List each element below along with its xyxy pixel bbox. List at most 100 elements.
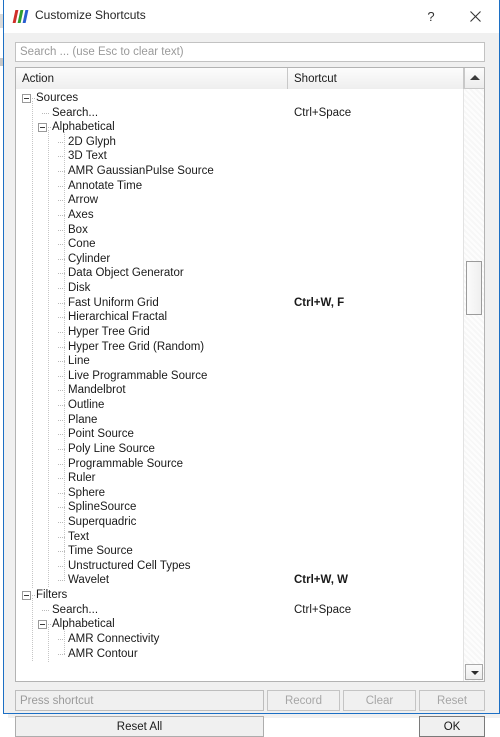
expander-collapse-icon[interactable] xyxy=(22,591,31,601)
tree-row-label: Cylinder xyxy=(68,252,111,265)
expander-collapse-icon[interactable] xyxy=(38,620,47,630)
tree-row[interactable]: Mandelbrot xyxy=(16,383,463,398)
tree-guide-line xyxy=(64,131,65,581)
tree-row[interactable]: Time Source xyxy=(16,544,463,559)
tree-row[interactable]: Search... Ctrl+Space xyxy=(16,106,463,121)
clear-button[interactable]: Clear xyxy=(343,690,416,711)
tree-row[interactable]: Live Programmable Source xyxy=(16,369,463,384)
tree-row[interactable]: Fast Uniform Grid Ctrl+W, F xyxy=(16,296,463,311)
chevron-down-icon xyxy=(471,671,479,675)
table-header: Action Shortcut xyxy=(16,68,484,90)
expander-collapse-icon[interactable] xyxy=(38,123,47,133)
tree-row[interactable]: Unstructured Cell Types xyxy=(16,559,463,574)
help-button[interactable]: ? xyxy=(409,0,453,33)
tree-row[interactable]: Hierarchical Fractal xyxy=(16,310,463,325)
tree-row-label: AMR GaussianPulse Source xyxy=(68,165,214,178)
tree-row-shortcut: Ctrl+Space xyxy=(294,106,352,119)
column-header-action-label: Action xyxy=(22,72,54,85)
tree-row[interactable]: Line xyxy=(16,354,463,369)
tree-row[interactable]: Outline xyxy=(16,398,463,413)
reset-button[interactable]: Reset xyxy=(419,690,485,711)
tree-row-label: Text xyxy=(68,530,90,543)
scrollbar-track[interactable] xyxy=(464,89,484,681)
tree-row[interactable]: Sources xyxy=(16,91,463,106)
tree-row[interactable]: Disk xyxy=(16,281,463,296)
tree-row[interactable]: AMR Connectivity xyxy=(16,632,463,647)
tree-row-shortcut: Ctrl+W, W xyxy=(294,574,348,587)
press-shortcut-placeholder: Press shortcut xyxy=(20,694,94,707)
tree-row-label: Mandelbrot xyxy=(68,384,126,397)
tree-row-label: Ruler xyxy=(68,472,96,485)
tree-row[interactable]: AMR GaussianPulse Source xyxy=(16,164,463,179)
column-header-shortcut[interactable]: Shortcut xyxy=(288,68,464,89)
tree-row[interactable]: Programmable Source xyxy=(16,457,463,472)
tree-row[interactable]: 3D Text xyxy=(16,149,463,164)
expander-collapse-icon[interactable] xyxy=(22,94,31,103)
record-button[interactable]: Record xyxy=(267,690,340,711)
tree-row-label: Axes xyxy=(68,208,94,221)
tree-row[interactable]: Sphere xyxy=(16,486,463,501)
tree-row[interactable]: Alphabetical xyxy=(16,120,463,135)
tree-row[interactable]: Arrow xyxy=(16,193,463,208)
tree-row-label: Hyper Tree Grid xyxy=(68,325,150,338)
tree-row[interactable]: Poly Line Source xyxy=(16,442,463,457)
close-button[interactable] xyxy=(453,0,497,33)
scroll-down-button[interactable] xyxy=(465,664,483,680)
sort-up-arrow-icon xyxy=(470,75,480,80)
tree-branch-line xyxy=(58,580,66,582)
tree-row[interactable]: Alphabetical xyxy=(16,617,463,632)
tree-branch-line xyxy=(58,653,66,655)
tree-row-label: Time Source xyxy=(68,545,133,558)
tree-row[interactable]: Hyper Tree Grid (Random) xyxy=(16,340,463,355)
tree-row[interactable]: Filters xyxy=(16,588,463,603)
tree-row[interactable]: Ruler xyxy=(16,471,463,486)
search-field-wrapper[interactable] xyxy=(15,42,485,62)
tree-row[interactable]: 2D Glyph xyxy=(16,135,463,150)
tree-row[interactable]: Point Source xyxy=(16,427,463,442)
tree-row-label: Filters xyxy=(36,589,68,602)
tree-branch-line xyxy=(42,609,50,611)
search-input[interactable] xyxy=(16,43,484,61)
tree-row[interactable]: SplineSource xyxy=(16,500,463,515)
tree-row-label: Live Programmable Source xyxy=(68,369,208,382)
tree-row[interactable]: Text xyxy=(16,530,463,545)
tree-row-label: Search... xyxy=(52,106,99,119)
dialog-body: Action Shortcut Sources Search... Ctrl+Spa… xyxy=(4,33,499,737)
tree-row-label: SplineSource xyxy=(68,501,137,514)
ok-button[interactable]: OK xyxy=(419,716,485,737)
tree-row-label: Programmable Source xyxy=(68,457,184,470)
tree-row[interactable]: Hyper Tree Grid xyxy=(16,325,463,340)
tree-row[interactable]: Data Object Generator xyxy=(16,266,463,281)
tree-rows-container[interactable]: Sources Search... Ctrl+Space Alphabetical 2D… xyxy=(16,89,463,681)
tree-guide-line xyxy=(48,627,49,662)
column-header-action[interactable]: Action xyxy=(16,68,288,89)
tree-row[interactable]: Plane xyxy=(16,413,463,428)
tree-row-label: Outline xyxy=(68,399,105,412)
reset-all-button[interactable]: Reset All xyxy=(15,716,264,737)
window-title: Customize Shortcuts xyxy=(35,8,146,22)
tree-row[interactable]: Superquadric xyxy=(16,515,463,530)
screen: Customize Shortcuts ? Action xyxy=(0,0,500,737)
tree-row-label: Superquadric xyxy=(68,515,137,528)
paraview-logo-icon xyxy=(12,10,29,23)
tree-guide-line xyxy=(64,628,65,654)
press-shortcut-field[interactable]: Press shortcut xyxy=(15,690,264,711)
tree-row[interactable]: Search... Ctrl+Space xyxy=(16,603,463,618)
tree-row[interactable]: Annotate Time xyxy=(16,179,463,194)
tree-row-shortcut: Ctrl+W, F xyxy=(294,296,345,309)
tree-vertical-scrollbar[interactable] xyxy=(463,89,484,681)
tree-row-label: Data Object Generator xyxy=(68,267,184,280)
tree-row[interactable]: Cylinder xyxy=(16,252,463,267)
tree-row[interactable]: Cone xyxy=(16,237,463,252)
tree-row[interactable]: Box xyxy=(16,223,463,238)
scrollbar-thumb[interactable] xyxy=(466,261,482,315)
tree-row[interactable]: Wavelet Ctrl+W, W xyxy=(16,573,463,588)
tree-row-label: Line xyxy=(68,355,90,368)
tree-row-label: Disk xyxy=(68,282,91,295)
tree-row[interactable]: AMR Contour xyxy=(16,647,463,662)
tree-row-label: 2D Glyph xyxy=(68,135,116,148)
header-corner-button[interactable] xyxy=(464,68,484,89)
title-bar: Customize Shortcuts ? xyxy=(4,0,499,34)
tree-row[interactable]: Axes xyxy=(16,208,463,223)
tree-guide-line xyxy=(48,130,49,589)
